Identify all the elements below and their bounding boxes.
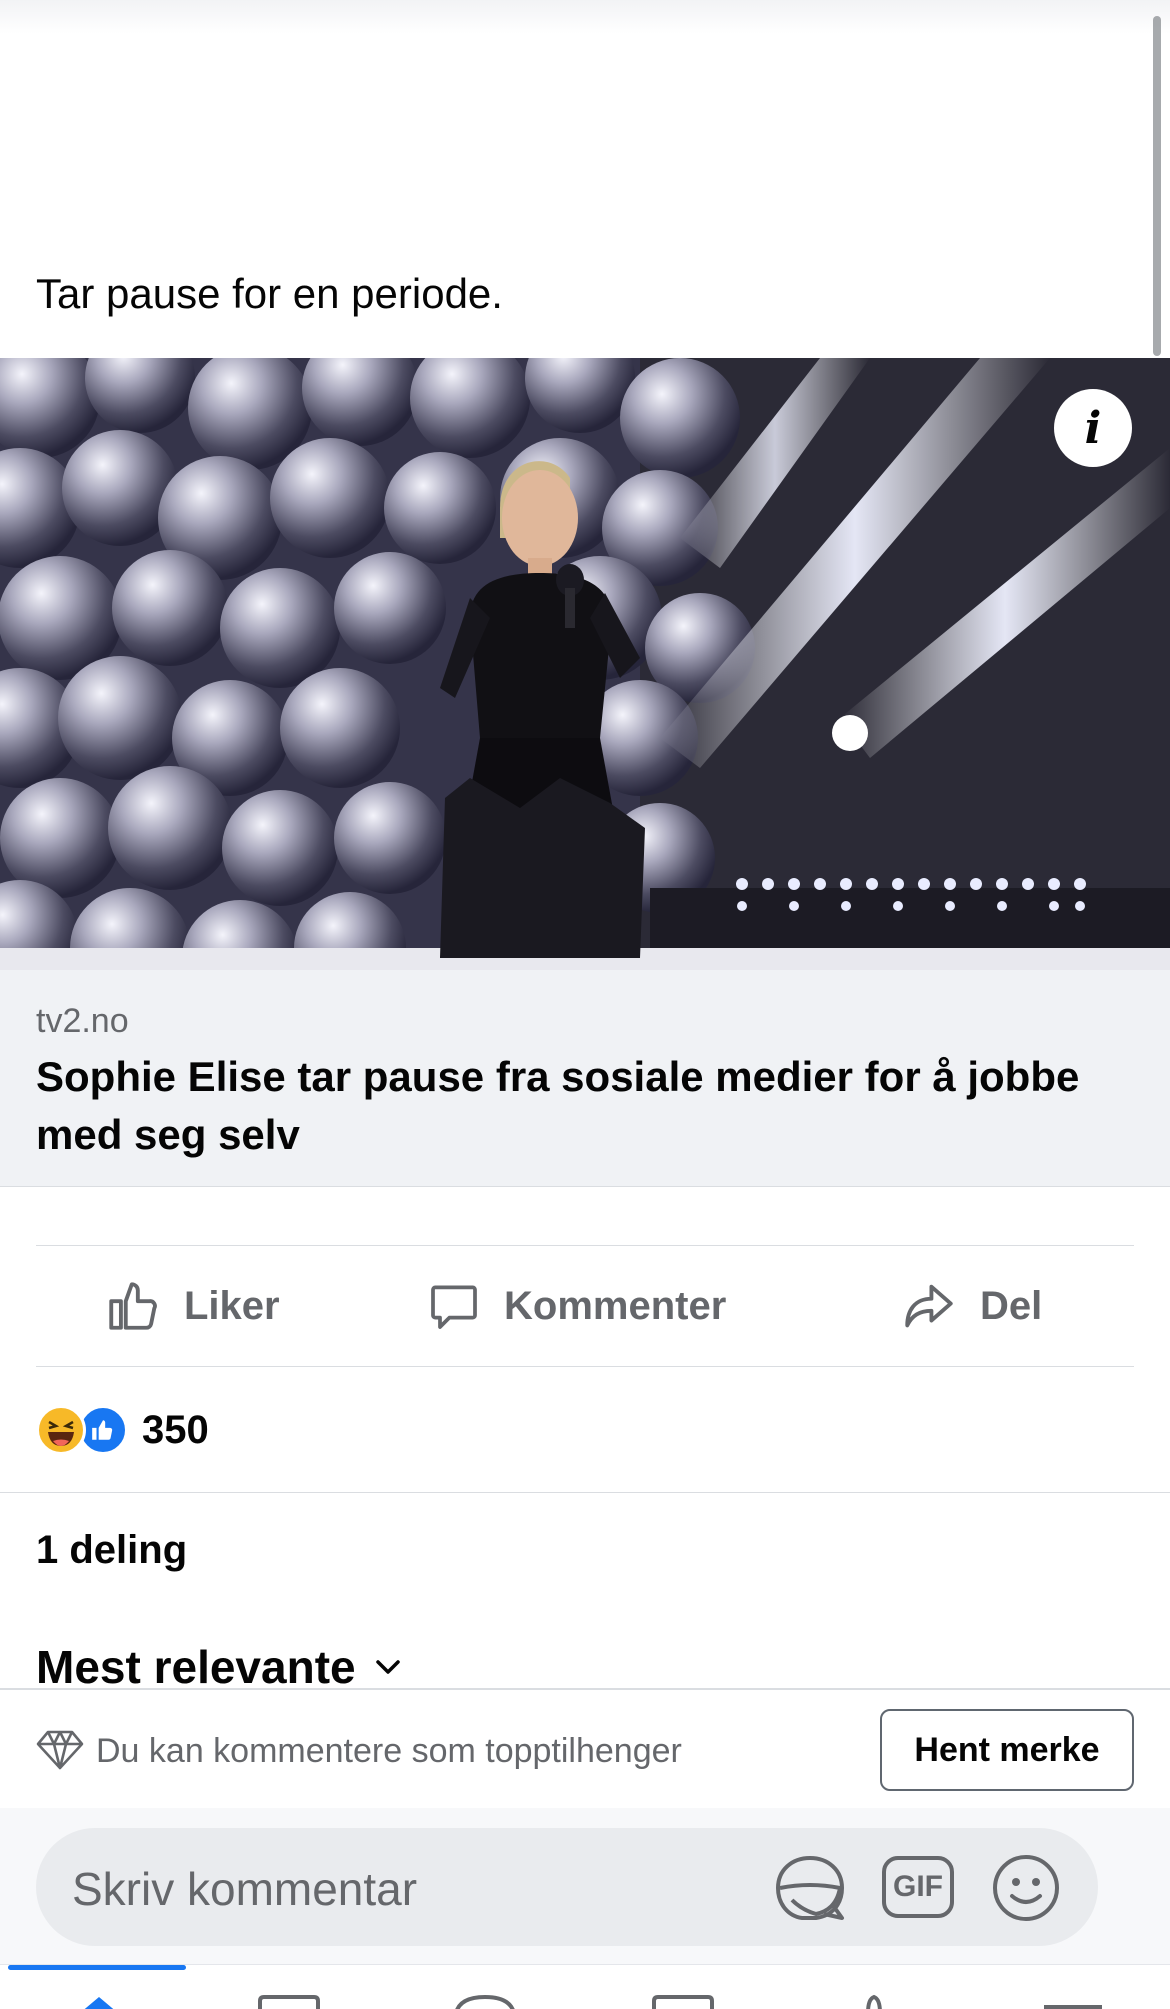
comment-composer: Skriv kommentar GIF — [0, 1808, 1170, 1968]
action-bar: Liker Kommenter Del — [36, 1245, 1134, 1367]
active-tab-indicator — [8, 1965, 186, 1970]
sticker-icon[interactable] — [772, 1852, 848, 1924]
home-icon[interactable] — [76, 1993, 122, 2009]
scrollbar[interactable] — [1153, 16, 1161, 356]
video-icon[interactable] — [256, 1993, 322, 2009]
info-button[interactable]: i — [1054, 389, 1132, 467]
top-fan-banner: Du kan kommentere som topptilhenger Hent… — [0, 1688, 1170, 1808]
emoji-icon[interactable] — [990, 1852, 1062, 1924]
comment-button[interactable]: Kommenter — [426, 1246, 726, 1366]
reactions-summary[interactable]: 350 — [36, 1402, 209, 1458]
divider — [0, 1492, 1170, 1493]
top-fan-message: Du kan kommentere som topptilhenger — [96, 1732, 682, 1770]
menu-icon[interactable] — [1040, 1993, 1106, 2009]
share-icon — [905, 1284, 953, 1328]
stage-photo — [0, 358, 1170, 970]
top-fade — [0, 0, 1170, 34]
post-text: Tar pause for en periode. — [36, 270, 503, 317]
notifications-icon[interactable] — [854, 1993, 894, 2009]
gif-button[interactable]: GIF — [882, 1856, 954, 1918]
groups-icon[interactable] — [452, 1993, 518, 2009]
comment-placeholder: Skriv kommentar — [72, 1863, 418, 1915]
chevron-down-icon — [375, 1660, 400, 1674]
sort-label: Mest relevante — [36, 1641, 356, 1693]
like-button[interactable]: Liker — [104, 1246, 280, 1366]
gif-label: GIF — [893, 1870, 943, 1903]
info-icon: i — [1084, 402, 1102, 454]
haha-icon — [36, 1405, 86, 1455]
comment-input[interactable]: Skriv kommentar GIF — [36, 1828, 1098, 1946]
post-image[interactable] — [0, 358, 1170, 970]
diamond-icon — [36, 1730, 84, 1770]
like-label: Liker — [184, 1283, 280, 1328]
share-label: Del — [980, 1283, 1043, 1328]
bottom-tab-bar — [0, 1964, 1170, 2009]
comment-label: Kommenter — [504, 1283, 727, 1328]
link-domain: tv2.no — [36, 1002, 129, 1040]
link-preview[interactable]: tv2.no Sophie Elise tar pause fra sosial… — [0, 970, 1170, 1187]
link-title: Sophie Elise tar pause fra sosiale medie… — [36, 1053, 1080, 1158]
reaction-count: 350 — [142, 1407, 209, 1452]
comment-sort-dropdown[interactable]: Mest relevante — [36, 1640, 402, 1694]
share-count[interactable]: 1 deling — [36, 1528, 187, 1573]
get-badge-button[interactable]: Hent merke — [880, 1709, 1134, 1791]
share-button[interactable]: Del — [900, 1246, 1042, 1366]
marketplace-icon[interactable] — [650, 1993, 716, 2009]
comment-icon — [431, 1285, 477, 1329]
thumbs-up-icon — [109, 1282, 157, 1330]
